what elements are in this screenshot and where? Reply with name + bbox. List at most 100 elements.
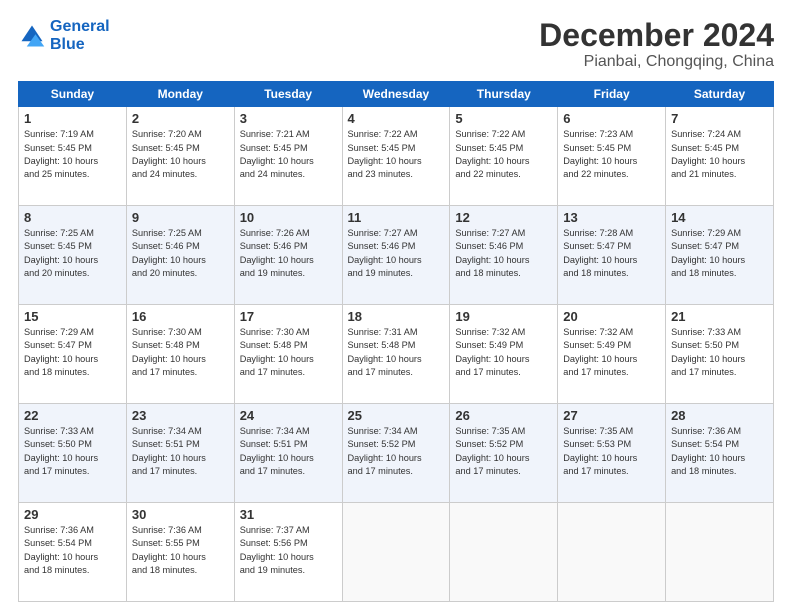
calendar-day-cell: 22 Sunrise: 7:33 AMSunset: 5:50 PMDayligh… <box>19 404 127 503</box>
calendar-day-cell <box>558 503 666 602</box>
day-info: Sunrise: 7:33 AMSunset: 5:50 PMDaylight:… <box>671 326 768 379</box>
weekday-header-cell: Sunday <box>19 82 127 107</box>
calendar-day-cell: 24 Sunrise: 7:34 AMSunset: 5:51 PMDayligh… <box>234 404 342 503</box>
day-info: Sunrise: 7:37 AMSunset: 5:56 PMDaylight:… <box>240 524 337 577</box>
calendar-day-cell: 30 Sunrise: 7:36 AMSunset: 5:55 PMDayligh… <box>126 503 234 602</box>
calendar-day-cell: 4Sunrise: 7:22 AMSunset: 5:45 PMDaylight… <box>342 107 450 206</box>
day-number: 16 <box>132 309 229 324</box>
calendar-day-cell: 3 Sunrise: 7:21 AMSunset: 5:45 PMDaylight… <box>234 107 342 206</box>
day-info: Sunrise: 7:25 AMSunset: 5:46 PMDaylight:… <box>132 227 229 280</box>
day-info: Sunrise: 7:22 AMSunset: 5:45 PMDaylight:… <box>348 128 445 181</box>
day-number: 17 <box>240 309 337 324</box>
day-info: Sunrise: 7:34 AMSunset: 5:51 PMDaylight:… <box>132 425 229 478</box>
day-number: 12 <box>455 210 552 225</box>
calendar-day-cell: 7 Sunrise: 7:24 AMSunset: 5:45 PMDaylight… <box>666 107 774 206</box>
calendar-day-cell: 31 Sunrise: 7:37 AMSunset: 5:56 PMDayligh… <box>234 503 342 602</box>
day-number: 25 <box>348 408 445 423</box>
logo-text: General Blue <box>50 18 110 53</box>
day-number: 23 <box>132 408 229 423</box>
day-number: 18 <box>348 309 445 324</box>
day-number: 2 <box>132 111 229 126</box>
day-number: 30 <box>132 507 229 522</box>
day-info: Sunrise: 7:20 AMSunset: 5:45 PMDaylight:… <box>132 128 229 181</box>
day-number: 1 <box>24 111 121 126</box>
day-number: 10 <box>240 210 337 225</box>
day-info: Sunrise: 7:32 AMSunset: 5:49 PMDaylight:… <box>563 326 660 379</box>
weekday-header-row: SundayMondayTuesdayWednesdayThursdayFrid… <box>19 82 774 107</box>
day-info: Sunrise: 7:21 AMSunset: 5:45 PMDaylight:… <box>240 128 337 181</box>
day-number: 3 <box>240 111 337 126</box>
calendar-day-cell: 11Sunrise: 7:27 AMSunset: 5:46 PMDayligh… <box>342 206 450 305</box>
day-number: 13 <box>563 210 660 225</box>
calendar-week-row: 1Sunrise: 7:19 AMSunset: 5:45 PMDaylight… <box>19 107 774 206</box>
day-number: 15 <box>24 309 121 324</box>
day-info: Sunrise: 7:27 AMSunset: 5:46 PMDaylight:… <box>348 227 445 280</box>
day-number: 19 <box>455 309 552 324</box>
day-number: 24 <box>240 408 337 423</box>
main-title: December 2024 <box>539 18 774 53</box>
calendar-day-cell: 23 Sunrise: 7:34 AMSunset: 5:51 PMDayligh… <box>126 404 234 503</box>
day-number: 27 <box>563 408 660 423</box>
day-info: Sunrise: 7:36 AMSunset: 5:54 PMDaylight:… <box>671 425 768 478</box>
day-info: Sunrise: 7:30 AMSunset: 5:48 PMDaylight:… <box>132 326 229 379</box>
calendar-day-cell: 1Sunrise: 7:19 AMSunset: 5:45 PMDaylight… <box>19 107 127 206</box>
calendar-table: SundayMondayTuesdayWednesdayThursdayFrid… <box>18 81 774 602</box>
day-info: Sunrise: 7:34 AMSunset: 5:52 PMDaylight:… <box>348 425 445 478</box>
page: General Blue December 2024 Pianbai, Chon… <box>0 0 792 612</box>
day-info: Sunrise: 7:34 AMSunset: 5:51 PMDaylight:… <box>240 425 337 478</box>
day-info: Sunrise: 7:22 AMSunset: 5:45 PMDaylight:… <box>455 128 552 181</box>
day-info: Sunrise: 7:35 AMSunset: 5:52 PMDaylight:… <box>455 425 552 478</box>
weekday-header-cell: Monday <box>126 82 234 107</box>
day-number: 21 <box>671 309 768 324</box>
calendar-day-cell: 18 Sunrise: 7:31 AMSunset: 5:48 PMDayligh… <box>342 305 450 404</box>
logo-icon <box>18 22 46 50</box>
day-number: 7 <box>671 111 768 126</box>
calendar-day-cell: 9 Sunrise: 7:25 AMSunset: 5:46 PMDaylight… <box>126 206 234 305</box>
day-info: Sunrise: 7:27 AMSunset: 5:46 PMDaylight:… <box>455 227 552 280</box>
day-info: Sunrise: 7:26 AMSunset: 5:46 PMDaylight:… <box>240 227 337 280</box>
calendar-day-cell: 27Sunrise: 7:35 AMSunset: 5:53 PMDayligh… <box>558 404 666 503</box>
logo-line1: General <box>50 18 110 35</box>
day-number: 22 <box>24 408 121 423</box>
calendar-day-cell: 12 Sunrise: 7:27 AMSunset: 5:46 PMDayligh… <box>450 206 558 305</box>
day-info: Sunrise: 7:28 AMSunset: 5:47 PMDaylight:… <box>563 227 660 280</box>
calendar-day-cell: 2 Sunrise: 7:20 AMSunset: 5:45 PMDaylight… <box>126 107 234 206</box>
day-number: 9 <box>132 210 229 225</box>
calendar-day-cell: 14Sunrise: 7:29 AMSunset: 5:47 PMDayligh… <box>666 206 774 305</box>
day-info: Sunrise: 7:31 AMSunset: 5:48 PMDaylight:… <box>348 326 445 379</box>
calendar-day-cell <box>450 503 558 602</box>
calendar-day-cell: 13 Sunrise: 7:28 AMSunset: 5:47 PMDayligh… <box>558 206 666 305</box>
calendar-day-cell: 16 Sunrise: 7:30 AMSunset: 5:48 PMDayligh… <box>126 305 234 404</box>
day-number: 8 <box>24 210 121 225</box>
day-number: 5 <box>455 111 552 126</box>
day-info: Sunrise: 7:30 AMSunset: 5:48 PMDaylight:… <box>240 326 337 379</box>
day-info: Sunrise: 7:23 AMSunset: 5:45 PMDaylight:… <box>563 128 660 181</box>
calendar-day-cell: 6Sunrise: 7:23 AMSunset: 5:45 PMDaylight… <box>558 107 666 206</box>
day-info: Sunrise: 7:29 AMSunset: 5:47 PMDaylight:… <box>671 227 768 280</box>
calendar-day-cell: 29 Sunrise: 7:36 AMSunset: 5:54 PMDayligh… <box>19 503 127 602</box>
day-info: Sunrise: 7:25 AMSunset: 5:45 PMDaylight:… <box>24 227 121 280</box>
day-number: 31 <box>240 507 337 522</box>
logo-line2: Blue <box>50 36 85 53</box>
calendar-day-cell: 25 Sunrise: 7:34 AMSunset: 5:52 PMDayligh… <box>342 404 450 503</box>
day-info: Sunrise: 7:32 AMSunset: 5:49 PMDaylight:… <box>455 326 552 379</box>
day-info: Sunrise: 7:24 AMSunset: 5:45 PMDaylight:… <box>671 128 768 181</box>
calendar-week-row: 22 Sunrise: 7:33 AMSunset: 5:50 PMDayligh… <box>19 404 774 503</box>
calendar-day-cell: 26Sunrise: 7:35 AMSunset: 5:52 PMDayligh… <box>450 404 558 503</box>
subtitle: Pianbai, Chongqing, China <box>539 53 774 71</box>
calendar-week-row: 15 Sunrise: 7:29 AMSunset: 5:47 PMDayligh… <box>19 305 774 404</box>
day-info: Sunrise: 7:29 AMSunset: 5:47 PMDaylight:… <box>24 326 121 379</box>
weekday-header-cell: Saturday <box>666 82 774 107</box>
day-info: Sunrise: 7:36 AMSunset: 5:55 PMDaylight:… <box>132 524 229 577</box>
calendar-day-cell: 28Sunrise: 7:36 AMSunset: 5:54 PMDayligh… <box>666 404 774 503</box>
calendar-day-cell: 8 Sunrise: 7:25 AMSunset: 5:45 PMDaylight… <box>19 206 127 305</box>
calendar-day-cell: 17 Sunrise: 7:30 AMSunset: 5:48 PMDayligh… <box>234 305 342 404</box>
weekday-header-cell: Thursday <box>450 82 558 107</box>
day-number: 29 <box>24 507 121 522</box>
title-block: December 2024 Pianbai, Chongqing, China <box>539 18 774 71</box>
calendar-day-cell: 20Sunrise: 7:32 AMSunset: 5:49 PMDayligh… <box>558 305 666 404</box>
calendar-body: 1Sunrise: 7:19 AMSunset: 5:45 PMDaylight… <box>19 107 774 602</box>
day-info: Sunrise: 7:33 AMSunset: 5:50 PMDaylight:… <box>24 425 121 478</box>
day-info: Sunrise: 7:36 AMSunset: 5:54 PMDaylight:… <box>24 524 121 577</box>
weekday-header-cell: Tuesday <box>234 82 342 107</box>
